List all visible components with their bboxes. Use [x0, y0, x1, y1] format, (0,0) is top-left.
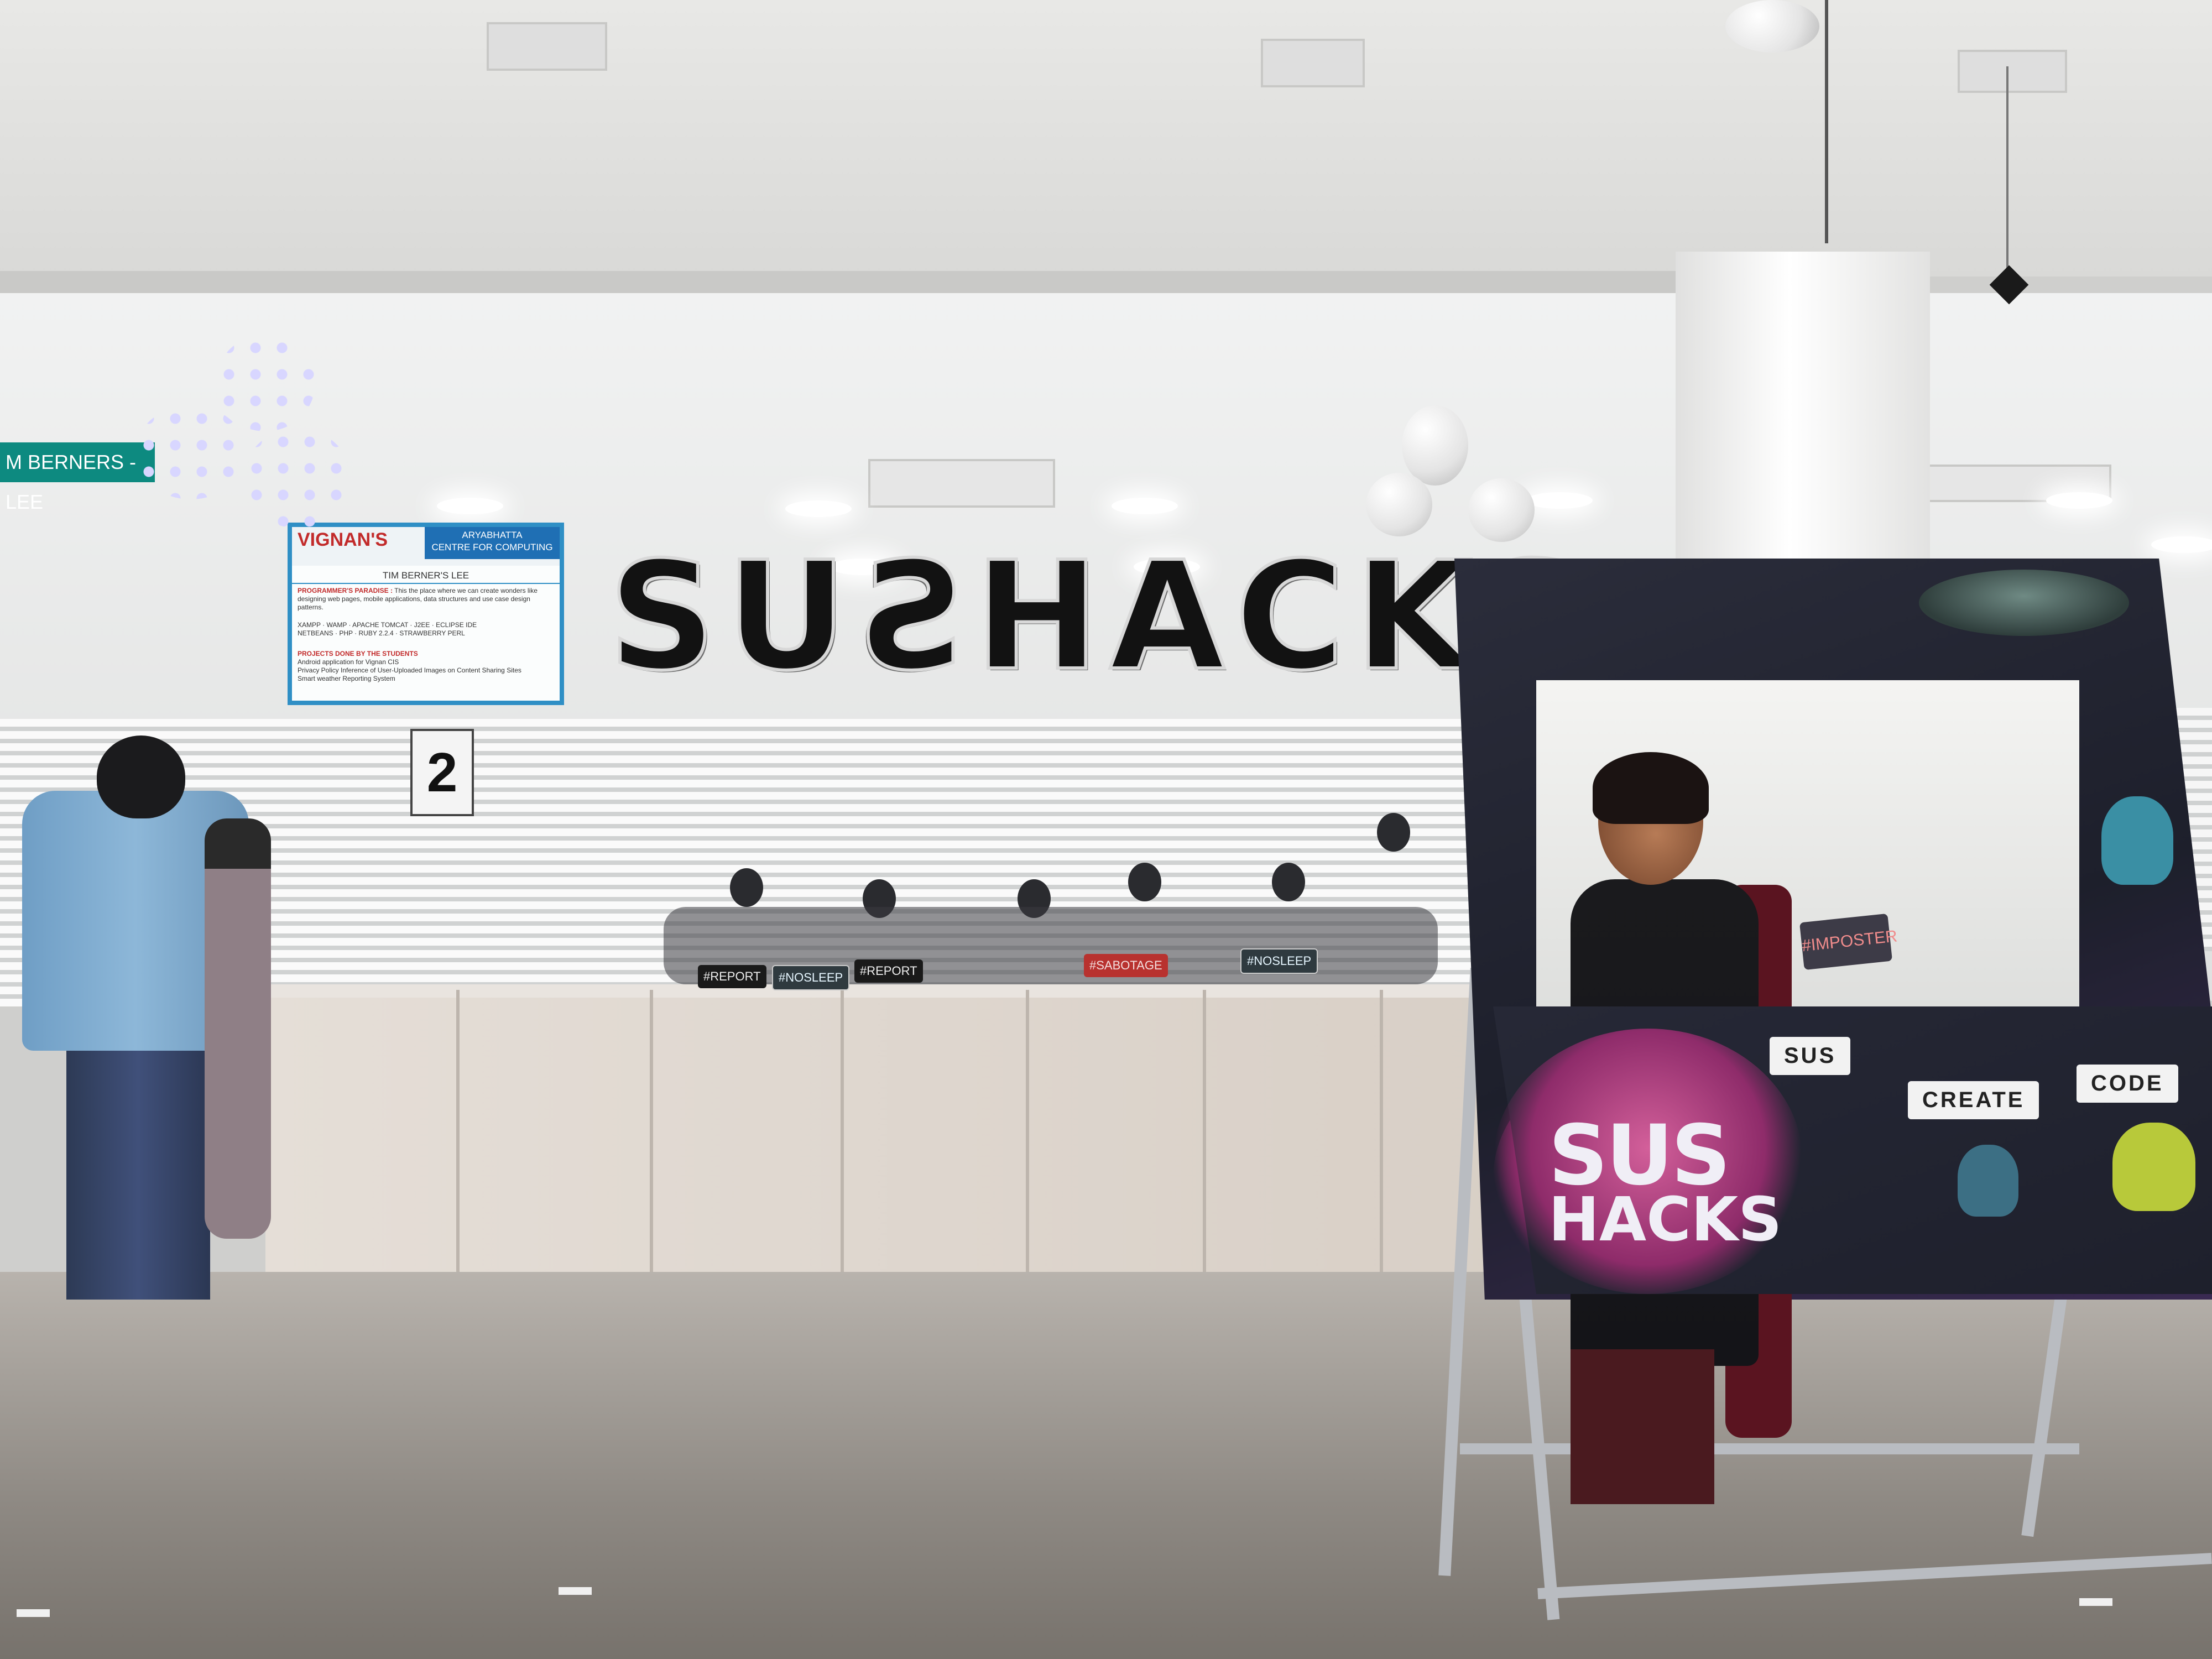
easel-crossbar	[1460, 1443, 2079, 1454]
purple-balloon	[243, 429, 351, 528]
balloon-string	[1825, 0, 1828, 243]
project-item: Smart weather Reporting System	[298, 675, 395, 682]
project-item: Privacy Policy Inference of User-Uploade…	[298, 666, 521, 674]
centre-title: ARYABHATTA CENTRE FOR COMPUTING	[425, 527, 560, 559]
projects-label: PROJECTS DONE BY THE STUDENTS	[298, 650, 418, 658]
ceiling-light	[1526, 492, 1593, 509]
tool-item: RUBY 2.2.4	[358, 629, 394, 637]
hashtag-sign: #SABOTAGE	[1084, 954, 1168, 977]
counter-panel-line	[841, 990, 844, 1300]
white-balloon	[1468, 478, 1535, 542]
white-balloon	[1366, 473, 1432, 536]
counter-top	[260, 984, 1521, 998]
tool-item: J2EE	[414, 621, 430, 629]
student-silhouette	[730, 868, 763, 907]
ceiling-vent	[487, 22, 607, 71]
tiled-floor	[0, 1272, 2212, 1659]
purple-balloon	[216, 335, 315, 431]
counter-panel-line	[650, 990, 653, 1300]
sus-hacks-banner: S U S H A C K S	[607, 528, 1589, 705]
frame-logo-sus: SUS	[1548, 1108, 1731, 1204]
imposter-handheld-sign: #IMPOSTER	[1799, 913, 1898, 971]
purple-balloon	[135, 405, 246, 499]
girl-legs	[1571, 1349, 1714, 1504]
notice-board: VIGNAN'S ARYABHATTA CENTRE FOR COMPUTING…	[288, 523, 564, 705]
girl-hair	[1593, 752, 1709, 824]
notice-tools: XAMPP · WAMP · APACHE TOMCAT · J2EE · EC…	[298, 621, 477, 637]
floor-reflection	[17, 1609, 50, 1617]
banner-letter: A	[1108, 529, 1227, 704]
centre-title-line2: CENTRE FOR COMPUTING	[431, 542, 553, 552]
ceiling-edge	[0, 271, 1687, 293]
tool-item: ECLIPSE IDE	[436, 621, 477, 629]
paradise-label: PROGRAMMER'S PARADISE :	[298, 587, 393, 594]
room-name-sign: M BERNERS -LEE	[0, 442, 155, 513]
speech-bubble: CODE	[2077, 1065, 2178, 1103]
tool-item: STRAWBERRY PERL	[399, 629, 465, 637]
room-number-sign: 2	[410, 729, 474, 816]
vignan-logo-text: VIGNAN'S	[298, 529, 388, 550]
notice-heading: TIM BERNER'S LEE	[292, 570, 560, 584]
ceiling-ac-unit	[868, 459, 1055, 508]
centre-title-line1: ARYABHATTA	[462, 530, 523, 540]
tool-item: XAMPP	[298, 621, 321, 629]
counter-panel-line	[1203, 990, 1206, 1300]
notice-paradise: PROGRAMMER'S PARADISE : This the place w…	[298, 587, 554, 612]
counter-panel-line	[1026, 990, 1029, 1300]
ceiling-vent	[1261, 39, 1365, 87]
reception-counter	[265, 990, 1515, 1300]
hanging-string	[2006, 66, 2008, 271]
notice-header: VIGNAN'S ARYABHATTA CENTRE FOR COMPUTING	[292, 527, 560, 566]
notice-projects: PROJECTS DONE BY THE STUDENTS Android ap…	[298, 650, 554, 683]
white-balloon	[1725, 0, 1819, 53]
hashtag-sign: #REPORT	[698, 965, 766, 988]
ceiling-light	[785, 500, 852, 517]
ceiling-light	[1112, 498, 1178, 514]
counter-panel-line	[1380, 990, 1383, 1300]
tool-item: NETBEANS	[298, 629, 333, 637]
banner-letter: K	[1353, 529, 1472, 704]
banner-letter: C	[1233, 529, 1346, 704]
ceiling-light	[437, 498, 503, 514]
speech-bubble: SUS	[1770, 1037, 1851, 1075]
tool-item: WAMP	[326, 621, 347, 629]
ceiling-vent	[1958, 50, 2067, 93]
man-head	[97, 735, 185, 818]
white-balloon	[1402, 405, 1468, 486]
ceiling	[0, 0, 2212, 276]
frame-logo-hacks: HACKS	[1548, 1184, 1782, 1255]
crewmate-illustration	[2112, 1123, 2195, 1211]
floor-reflection	[2079, 1598, 2112, 1606]
tool-item: APACHE TOMCAT	[352, 621, 409, 629]
crewmate-illustration	[2101, 796, 2173, 885]
tool-item: PHP	[339, 629, 353, 637]
student-silhouette	[1377, 813, 1410, 852]
banner-letter: H	[973, 529, 1101, 704]
hashtag-sign: #REPORT	[854, 959, 923, 983]
student-silhouette	[1128, 863, 1161, 901]
banner-letter: S	[855, 528, 966, 705]
banner-letter: U	[724, 529, 848, 704]
crewmate-illustration	[1958, 1145, 2018, 1217]
ceiling-light	[2046, 492, 2112, 509]
hashtag-sign: #NOSLEEP	[1240, 948, 1318, 974]
ufo-illustration	[1919, 570, 2129, 636]
floor-reflection	[559, 1587, 592, 1595]
woman-in-doorway	[205, 818, 271, 1239]
man-legs	[66, 1040, 210, 1300]
project-item: Android application for Vignan CIS	[298, 658, 399, 666]
speech-bubble: CREATE	[1908, 1081, 2039, 1119]
student-silhouette	[1272, 863, 1305, 901]
banner-letter: S	[607, 529, 717, 704]
hashtag-sign: #NOSLEEP	[772, 965, 850, 990]
counter-panel-line	[456, 990, 460, 1300]
ceiling-light	[2151, 536, 2212, 553]
